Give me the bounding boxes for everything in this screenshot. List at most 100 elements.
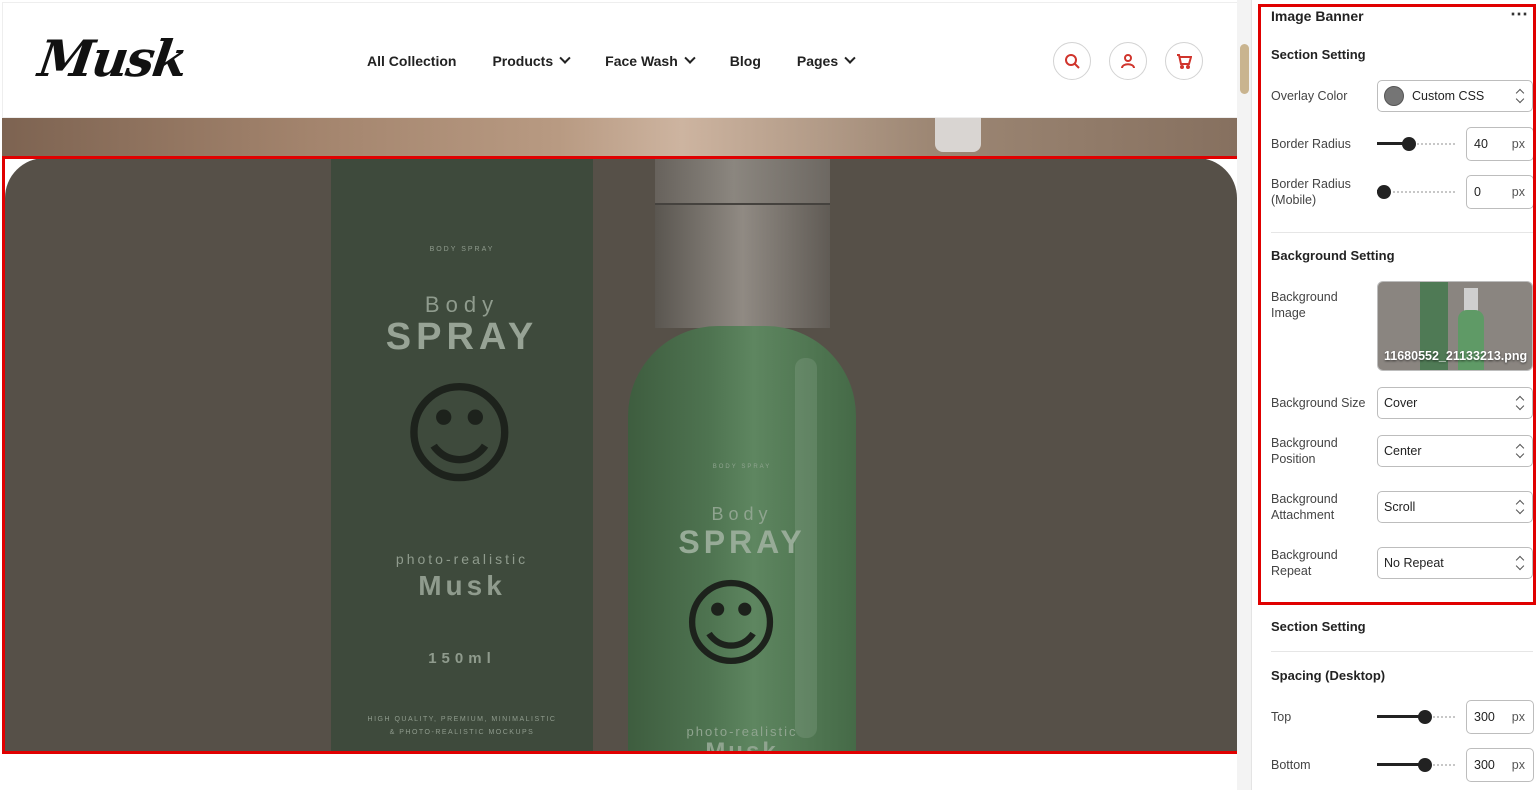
storefront-preview: Musk All Collection Products Face Wash B…	[0, 0, 1252, 790]
nav-item-label: Pages	[796, 53, 839, 69]
background-attachment-select[interactable]: Scroll	[1377, 491, 1533, 523]
section-setting-heading: Section Setting	[1271, 47, 1366, 62]
nav-item-face-wash[interactable]: Face Wash	[605, 52, 696, 69]
select-arrows-icon	[1516, 500, 1524, 514]
background-image-picker[interactable]: 11680552_21133213.png	[1377, 281, 1533, 371]
spacing-top-input[interactable]: 300 px	[1466, 700, 1534, 734]
border-radius-slider[interactable]	[1377, 137, 1457, 151]
chevron-down-icon	[684, 52, 696, 64]
unit-label: px	[1511, 185, 1525, 199]
border-radius-mobile-input[interactable]: 0 px	[1466, 175, 1534, 209]
background-image-label: Background Image	[1271, 290, 1338, 320]
border-radius-value: 40	[1474, 137, 1488, 151]
background-repeat-select[interactable]: No Repeat	[1377, 547, 1533, 579]
spacing-bottom-value: 300	[1474, 758, 1495, 772]
divider	[1271, 651, 1533, 652]
settings-panel: Image Banner ⋯ Section Setting Overlay C…	[1252, 0, 1540, 790]
divider	[1271, 232, 1533, 233]
chevron-down-icon	[559, 52, 571, 64]
cart-button[interactable]	[1165, 42, 1203, 80]
search-icon	[1065, 54, 1080, 69]
slider-handle[interactable]	[1418, 710, 1432, 724]
overlay-color-label: Overlay Color	[1271, 89, 1348, 103]
nav-item-label: Blog	[729, 53, 761, 69]
nav-item-products[interactable]: Products	[492, 52, 571, 69]
border-radius-mobile-value: 0	[1474, 185, 1481, 199]
search-button[interactable]	[1053, 42, 1091, 80]
box-subtitle: photo-realistic	[395, 551, 529, 567]
box-spray-text: SPRAY	[385, 316, 539, 358]
slider-handle[interactable]	[1402, 137, 1416, 151]
background-position-label: Background Position	[1271, 436, 1338, 466]
thumbnail-cap	[1464, 288, 1478, 312]
nav-item-label: Products	[492, 53, 554, 69]
nav-item-all-collection[interactable]: All Collection	[367, 53, 456, 69]
panel-title: Image Banner	[1271, 8, 1364, 24]
background-size-select[interactable]: Cover	[1377, 387, 1533, 419]
nav-item-pages[interactable]: Pages	[796, 52, 856, 69]
box-volume: 150ml	[428, 650, 496, 667]
spacing-top-slider[interactable]	[1377, 710, 1457, 724]
spacing-desktop-heading: Spacing (Desktop)	[1271, 668, 1386, 683]
select-arrows-icon	[1516, 89, 1524, 103]
spacing-bottom-slider[interactable]	[1377, 758, 1457, 772]
overlay-color-value: Custom CSS	[1412, 89, 1485, 103]
box-body-text: Body	[424, 292, 500, 317]
color-swatch	[1384, 86, 1404, 106]
header-actions	[1053, 42, 1203, 80]
image-banner-section[interactable]: BODY SPRAY Body SPRAY ☺ photo-realistic …	[5, 158, 1237, 752]
select-arrows-icon	[1516, 396, 1524, 410]
cart-icon	[1177, 54, 1192, 69]
section-setting-heading-2: Section Setting	[1271, 619, 1366, 634]
box-musk-text: Musk	[418, 570, 506, 601]
bottle-collar	[655, 203, 830, 328]
background-position-select[interactable]: Center	[1377, 435, 1533, 467]
background-size-label: Background Size	[1271, 396, 1366, 410]
preview-scrollbar[interactable]	[1237, 0, 1251, 790]
background-image-filename: 11680552_21133213.png	[1384, 349, 1528, 363]
chevron-down-icon	[844, 52, 856, 64]
user-icon	[1121, 54, 1135, 69]
box-footnote-1: HIGH QUALITY, PREMIUM, MINIMALISTIC	[367, 716, 557, 723]
hero-image-detail	[935, 118, 981, 152]
background-attachment-label: Background Attachment	[1271, 492, 1338, 522]
spacing-bottom-label: Bottom	[1271, 758, 1311, 772]
bottle-subtitle: photo-realistic	[686, 724, 798, 739]
background-position-value: Center	[1384, 444, 1422, 458]
background-size-value: Cover	[1384, 396, 1418, 410]
select-arrows-icon	[1516, 556, 1524, 570]
spacing-top-label: Top	[1271, 710, 1292, 724]
border-radius-mobile-label: Border Radius (Mobile)	[1271, 177, 1351, 207]
face-illustration-icon: ☺	[401, 370, 518, 500]
unit-label: px	[1511, 137, 1525, 151]
bottle-spray-text: SPRAY	[678, 524, 806, 560]
border-radius-label: Border Radius	[1271, 137, 1351, 151]
border-radius-input[interactable]: 40 px	[1466, 127, 1534, 161]
unit-label: px	[1511, 758, 1525, 772]
hero-image-strip	[2, 118, 1238, 156]
box-tagline: BODY SPRAY	[429, 246, 495, 253]
account-button[interactable]	[1109, 42, 1147, 80]
bottle-musk-text: Musk	[705, 738, 779, 752]
background-repeat-label: Background Repeat	[1271, 548, 1338, 578]
site-logo[interactable]: Musk	[35, 29, 190, 88]
site-header: Musk All Collection Products Face Wash B…	[2, 2, 1238, 118]
spacing-bottom-input[interactable]: 300 px	[1466, 748, 1534, 782]
slider-handle[interactable]	[1377, 185, 1391, 199]
preview-scrollbar-thumb[interactable]	[1240, 44, 1249, 94]
box-footnote-2: & PHOTO-REALISTIC MOCKUPS	[389, 729, 535, 736]
spacing-top-value: 300	[1474, 710, 1495, 724]
unit-label: px	[1511, 710, 1525, 724]
slider-handle[interactable]	[1418, 758, 1432, 772]
product-box: BODY SPRAY Body SPRAY ☺ photo-realistic …	[331, 158, 593, 752]
background-repeat-value: No Repeat	[1384, 556, 1444, 570]
nav-item-label: Face Wash	[605, 53, 678, 69]
nav-item-blog[interactable]: Blog	[730, 53, 761, 69]
more-options-icon[interactable]: ⋯	[1510, 4, 1529, 25]
main-nav: All Collection Products Face Wash Blog P…	[367, 52, 856, 69]
overlay-color-select[interactable]: Custom CSS	[1377, 80, 1533, 112]
bottle-tagline: BODY SPRAY	[712, 464, 772, 470]
border-radius-mobile-slider[interactable]	[1377, 185, 1457, 199]
face-illustration-icon: ☺	[681, 568, 782, 680]
nav-item-label: All Collection	[367, 53, 457, 69]
